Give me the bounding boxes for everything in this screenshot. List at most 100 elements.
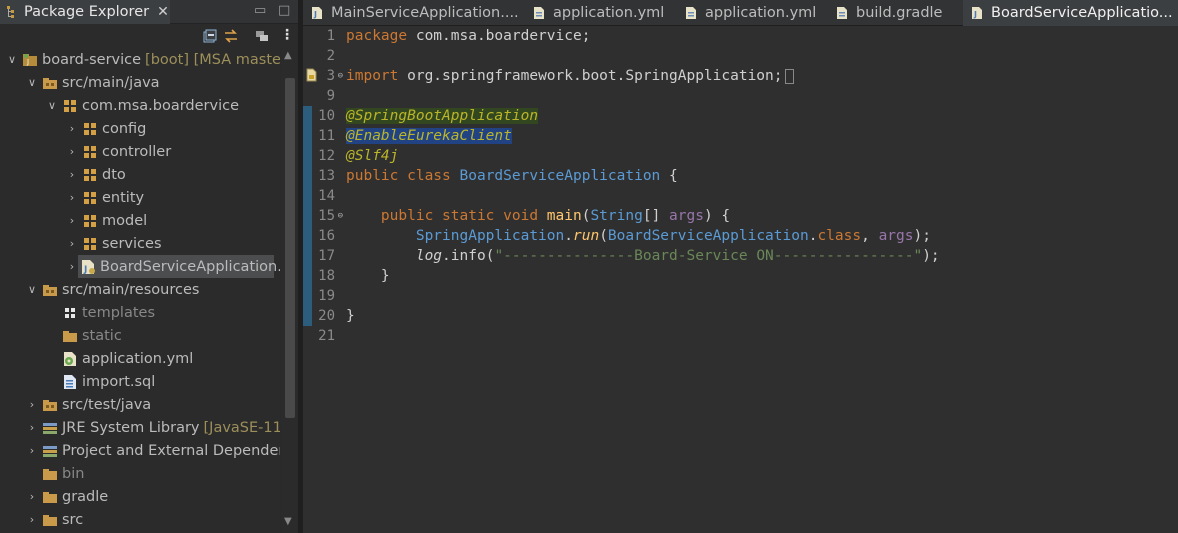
class-name: BoardServiceApplication bbox=[459, 168, 661, 184]
tree-item-label: entity bbox=[102, 189, 145, 206]
collapsed-chevron-icon[interactable]: › bbox=[26, 513, 38, 526]
tree-item-src-test-java[interactable]: › src/test/java bbox=[0, 393, 280, 416]
collapsed-chevron-icon[interactable]: › bbox=[26, 398, 38, 411]
tree-item-project-and-external-dependen[interactable]: › Project and External Dependen bbox=[0, 439, 280, 462]
package-icon bbox=[82, 144, 98, 160]
code-line: package com.msa.boardervice; bbox=[346, 26, 590, 46]
code-line: SpringApplication.run(BoardServiceApplic… bbox=[415, 228, 931, 244]
collapsed-chevron-icon[interactable]: › bbox=[66, 191, 78, 204]
collapsed-chevron-icon[interactable]: › bbox=[66, 237, 78, 250]
editor-tab-1[interactable]: application.yml bbox=[525, 0, 677, 26]
scroll-down-icon[interactable]: ▼ bbox=[284, 516, 292, 527]
tree-item-label: application.yml bbox=[82, 350, 194, 367]
minimize-icon[interactable]: ▭ bbox=[254, 3, 266, 18]
fold-icon[interactable]: ⊖ bbox=[338, 66, 343, 86]
folded-block-icon[interactable] bbox=[784, 68, 794, 84]
folder-icon bbox=[42, 489, 58, 505]
package-icon bbox=[82, 213, 98, 229]
code-line: log.info("---------------Board-Service O… bbox=[415, 248, 940, 264]
parameter: args bbox=[669, 208, 704, 224]
tree-item-board-service[interactable]: ∨ Jboard-service [boot] [MSA master] bbox=[0, 48, 280, 71]
close-icon[interactable]: ✕ bbox=[157, 4, 169, 20]
logger-field: log bbox=[415, 248, 443, 264]
line-number-gutter: 1 2 3 ⊖ 9 10 11 12 13 14 15 ⊖ 16 17 18 19 20 21 bbox=[303, 26, 343, 533]
tree-item-model[interactable]: › model bbox=[0, 209, 280, 232]
maximize-icon[interactable]: □ bbox=[278, 3, 290, 18]
collapsed-chevron-icon[interactable]: › bbox=[66, 168, 78, 181]
tree-item-controller[interactable]: › controller bbox=[0, 140, 280, 163]
line-number: 3 ⊖ bbox=[326, 68, 343, 84]
tree-item-bin[interactable]: bin bbox=[0, 462, 280, 485]
package-explorer-tabbar: Package Explorer ✕ ▭ □ bbox=[0, 0, 298, 24]
code-line: } bbox=[346, 266, 390, 286]
editor-tabbar: J MainServiceApplication.... application.y… bbox=[303, 0, 1178, 26]
tree-item-label: dto bbox=[102, 166, 126, 183]
expanded-chevron-icon[interactable]: ∨ bbox=[26, 283, 38, 296]
fold-icon[interactable]: ⊖ bbox=[338, 206, 343, 226]
package-icon bbox=[82, 236, 98, 252]
line-number: 20 bbox=[318, 308, 335, 324]
scrollbar-thumb[interactable] bbox=[285, 78, 295, 418]
expanded-chevron-icon[interactable]: ∨ bbox=[26, 76, 38, 89]
tree-item-com-msa-boardervice[interactable]: ∨ com.msa.boardervice bbox=[0, 94, 280, 117]
tree-scrollbar[interactable]: ▲ ▼ bbox=[280, 48, 298, 533]
line-number: 10 bbox=[318, 108, 335, 124]
project-icon: J bbox=[22, 52, 38, 68]
link-with-editor-icon[interactable] bbox=[224, 29, 238, 43]
tree-item-services[interactable]: › services bbox=[0, 232, 280, 255]
collapsed-chevron-icon[interactable]: › bbox=[66, 122, 78, 135]
tree-item-decoration: [JavaSE-11] bbox=[203, 419, 280, 436]
parameter: args bbox=[878, 228, 914, 244]
code-line: import org.springframework.boot.SpringAp… bbox=[346, 66, 794, 86]
tree-item-import-sql[interactable]: import.sql bbox=[0, 370, 280, 393]
tree-item-label: import.sql bbox=[82, 373, 156, 390]
scroll-up-icon[interactable]: ▲ bbox=[284, 50, 292, 61]
editor-tab-2[interactable]: application.yml bbox=[677, 0, 828, 26]
collapsed-chevron-icon[interactable]: › bbox=[26, 444, 38, 457]
tree-item-src[interactable]: › src bbox=[0, 508, 280, 531]
collapsed-chevron-icon[interactable]: › bbox=[66, 260, 78, 273]
tree-item-entity[interactable]: › entity bbox=[0, 186, 280, 209]
code-line: @EnableEurekaClient bbox=[346, 126, 512, 146]
collapsed-chevron-icon[interactable]: › bbox=[66, 145, 78, 158]
source-folder-icon bbox=[42, 397, 58, 413]
tree-item-dto[interactable]: › dto bbox=[0, 163, 280, 186]
tree-item-label: config bbox=[102, 120, 147, 137]
collapse-all-icon[interactable] bbox=[203, 29, 217, 43]
collapsed-chevron-icon[interactable]: › bbox=[26, 490, 38, 503]
line-number: 13 bbox=[318, 168, 335, 184]
tree-item-label: JRE System Library bbox=[62, 419, 200, 436]
tree-item-decoration: [boot] [MSA master] bbox=[145, 51, 280, 68]
package-explorer-panel: Package Explorer ✕ ▭ □ ⋮ ∨ Jboard-service… bbox=[0, 0, 298, 533]
tree-item-boardserviceapplication-j[interactable]: › J BoardServiceApplication.j bbox=[70, 255, 280, 278]
tree-item-static[interactable]: static bbox=[0, 324, 280, 347]
expanded-chevron-icon[interactable]: ∨ bbox=[6, 53, 18, 66]
tree-item-application-yml[interactable]: application.yml bbox=[0, 347, 280, 370]
expanded-chevron-icon[interactable]: ∨ bbox=[46, 99, 58, 112]
tree-item-jre-system-library[interactable]: › JRE System Library [JavaSE-11] bbox=[0, 416, 280, 439]
svg-text:J: J bbox=[313, 10, 317, 19]
package-icon bbox=[82, 190, 98, 206]
package-explorer-title: Package Explorer bbox=[24, 4, 150, 20]
package-explorer-icon bbox=[7, 6, 14, 18]
tree-item-src-main-java[interactable]: ∨ src/main/java bbox=[0, 71, 280, 94]
keyword: package bbox=[346, 28, 408, 44]
tree-item-src-main-resources[interactable]: ∨ src/main/resources bbox=[0, 278, 280, 301]
view-menu-icon[interactable]: ⋮ bbox=[280, 27, 294, 43]
editor-tab-0[interactable]: J MainServiceApplication.... bbox=[303, 0, 525, 26]
editor-tab-4[interactable]: JBoardServiceApplicatio...✕ bbox=[963, 0, 1178, 26]
focus-icon[interactable] bbox=[255, 29, 269, 43]
tree-item-config[interactable]: › config bbox=[0, 117, 280, 140]
tree-item-label: src/test/java bbox=[62, 396, 152, 413]
sql-file-icon bbox=[62, 374, 78, 390]
tree-item-label: static bbox=[82, 327, 122, 344]
annotation: @SpringBootApplication bbox=[346, 108, 539, 124]
tree-item-gradle[interactable]: › gradle bbox=[0, 485, 280, 508]
package-explorer-tab[interactable]: Package Explorer ✕ bbox=[0, 0, 170, 24]
collapsed-chevron-icon[interactable]: › bbox=[26, 421, 38, 434]
collapsed-chevron-icon[interactable]: › bbox=[66, 214, 78, 227]
code-area[interactable]: package com.msa.boardervice; import org.s… bbox=[346, 26, 1176, 533]
tree-item-templates[interactable]: templates bbox=[0, 301, 280, 324]
tree-item-label: src bbox=[62, 511, 84, 528]
editor-tab-3[interactable]: build.gradle bbox=[828, 0, 963, 26]
